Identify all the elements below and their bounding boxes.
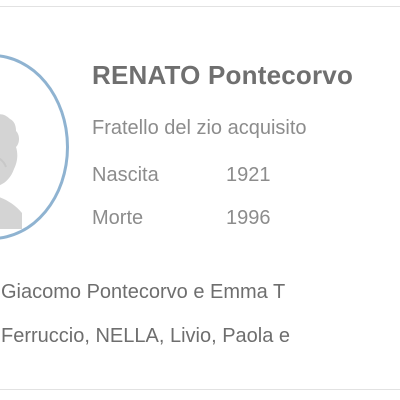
page: RENATO Pontecorvo Fratello del zio acqui…	[0, 0, 400, 400]
avatar	[0, 54, 69, 240]
birth-year: 1921	[226, 164, 271, 186]
person-name: RENATO Pontecorvo	[92, 60, 354, 90]
person-silhouette-icon	[0, 114, 22, 229]
siblings-text: Ferruccio, NELLA, Livio, Paola e	[1, 325, 291, 347]
birth-label: Nascita	[92, 164, 159, 186]
relation-text: Fratello del zio acquisito	[92, 117, 307, 139]
parents-text: Giacomo Pontecorvo e Emma T	[1, 281, 286, 303]
death-label: Morte	[92, 207, 144, 229]
death-year: 1996	[226, 207, 271, 229]
person-card: RENATO Pontecorvo Fratello del zio acqui…	[0, 6, 400, 390]
